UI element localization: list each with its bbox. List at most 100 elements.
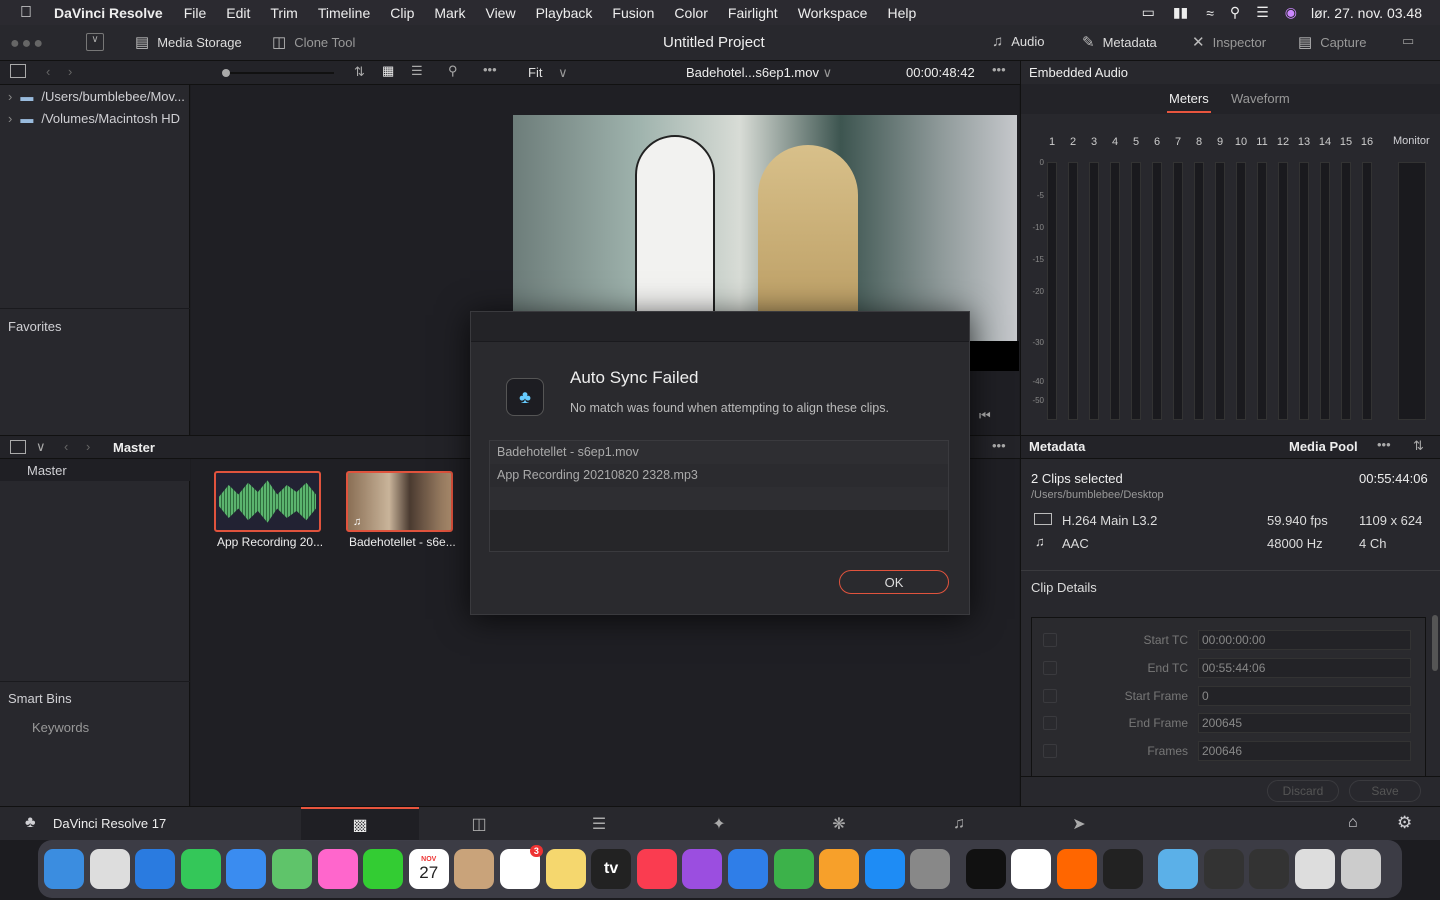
clip-name-dropdown[interactable]: Badehotel...s6ep1.mov ∨ [686,65,832,81]
smart-bin-keywords[interactable]: Keywords [32,720,89,735]
chevron-down-icon[interactable]: ∨ [36,439,46,455]
sort-icon[interactable]: ⇅ [354,64,365,80]
thumbnail-size-slider[interactable] [222,69,334,77]
page-tab-media[interactable]: ▩ [301,807,419,841]
clip-list-item[interactable]: Badehotellet - s6ep1.mov [490,441,948,464]
screen-mirror-icon[interactable]: ▭ [1142,4,1155,21]
dock-photos-icon[interactable] [317,849,358,889]
tab-waveform[interactable]: Waveform [1231,91,1290,106]
zoom-dropdown[interactable]: Fit ∨ [528,65,568,81]
menu-workspace[interactable]: Workspace [798,5,868,21]
dock-tv-icon[interactable]: tv [591,849,632,889]
menu-trim[interactable]: Trim [270,5,297,21]
metadata-button[interactable]: ✎ Metadata [1082,33,1157,51]
dock-finder-icon[interactable] [44,849,84,889]
wifi-icon[interactable]: ≈ [1206,5,1214,21]
app-menu[interactable]: DaVinci Resolve [54,5,163,21]
dock-davinci-resolve-icon[interactable] [1102,849,1143,889]
siri-icon[interactable]: ◉ [1285,4,1297,21]
dock-calendar-icon[interactable]: NOV 27 [408,849,449,889]
forward-icon[interactable]: › [86,439,90,454]
dock-trash-icon[interactable] [1340,849,1381,889]
dialog-titlebar[interactable] [471,312,969,342]
dock-firefox-icon[interactable] [1057,849,1098,889]
dock-screen3-icon[interactable] [1295,849,1336,889]
dock-screen2-icon[interactable] [1249,849,1290,889]
inspector-button[interactable]: ✕ Inspector [1192,33,1266,51]
apple-icon[interactable]:  [20,4,32,22]
dock-keynote-icon[interactable] [727,849,768,889]
sort-icon[interactable]: ⇅ [1413,438,1424,454]
sidebar-toggle-icon[interactable] [10,440,26,454]
dock-launchpad-icon[interactable] [89,849,130,889]
dock-mail-icon[interactable] [226,849,267,889]
dock-messages-icon[interactable] [180,849,221,889]
dock-safari-icon[interactable] [135,849,176,889]
more-options-icon[interactable]: ••• [483,62,497,77]
more-options-icon[interactable]: ••• [1377,437,1391,452]
menu-timeline[interactable]: Timeline [318,5,370,21]
field-input[interactable]: 0 [1198,685,1411,706]
storage-browser[interactable] [191,85,511,435]
fullscreen-icon[interactable]: ▭ [1402,33,1414,49]
gear-icon[interactable]: ⚙ [1397,813,1412,833]
sidebar-toggle-icon[interactable] [10,64,26,78]
field-input[interactable]: 200646 [1198,741,1411,762]
ok-button[interactable]: OK [839,570,949,594]
menu-help[interactable]: Help [887,5,916,21]
audio-button[interactable]: ♫ Audio [992,33,1045,50]
video-frame[interactable] [513,115,1017,341]
discard-button[interactable]: Discard [1267,780,1339,802]
dock-folder-icon[interactable] [1158,849,1199,889]
dock-spotify-icon[interactable] [965,849,1006,889]
menu-fusion[interactable]: Fusion [612,5,654,21]
dock-app-store-icon[interactable] [864,849,905,889]
dock-contacts-icon[interactable] [454,849,495,889]
page-tab-color[interactable]: ❋ [780,807,898,841]
tab-meters[interactable]: Meters [1167,91,1211,113]
viewer-options-icon[interactable]: ••• [992,62,1006,77]
dock-music-icon[interactable] [636,849,677,889]
dock-maps-icon[interactable] [271,849,312,889]
page-tab-edit[interactable]: ☰ [540,807,658,841]
bin-item-master[interactable]: Master [0,459,190,481]
menu-clip[interactable]: Clip [390,5,414,21]
dock-notes-icon[interactable] [545,849,586,889]
page-tab-deliver[interactable]: ➤ [1020,807,1138,841]
scrollbar[interactable] [1432,615,1438,671]
list-view-icon[interactable]: ☰ [411,63,423,79]
more-options-icon[interactable]: ••• [992,438,1006,453]
dock-pages-icon[interactable] [819,849,860,889]
back-icon[interactable]: ‹ [46,64,50,79]
clip-thumbnail[interactable] [214,471,321,532]
search-icon[interactable]: ⚲ [448,63,458,79]
previous-frame-icon[interactable]: ⏮ [979,408,991,424]
clip-thumbnail[interactable]: ♫ [346,471,453,532]
back-icon[interactable]: ‹ [64,439,68,454]
menu-playback[interactable]: Playback [536,5,593,21]
forward-icon[interactable]: › [68,64,72,79]
clone-tool-button[interactable]: ◫ Clone Tool [272,33,355,51]
control-center-icon[interactable]: ☰ [1256,4,1269,21]
dock-podcasts-icon[interactable] [682,849,723,889]
menu-edit[interactable]: Edit [226,5,250,21]
field-input[interactable]: 200645 [1198,713,1411,734]
dock-screen1-icon[interactable] [1203,849,1244,889]
page-tab-fairlight[interactable]: ♫ [900,807,1018,841]
dock-numbers-icon[interactable] [773,849,814,889]
home-icon[interactable]: ⌂ [1348,814,1358,832]
battery-icon[interactable]: ▮▮ [1173,4,1188,21]
spotlight-icon[interactable]: ⚲ [1230,4,1240,21]
save-button[interactable]: Save [1349,780,1421,802]
menu-view[interactable]: View [485,5,515,21]
storage-location[interactable]: › ▬/Users/bumblebee/Mov... [8,89,185,104]
clock[interactable]: lør. 27. nov. 03.48 [1311,5,1422,21]
media-storage-button[interactable]: ▤ Media Storage [135,33,242,51]
page-tab-fusion[interactable]: ✦ [660,807,778,841]
grid-view-icon[interactable]: ▦ [382,63,394,79]
dock-reminders-icon[interactable]: 3 [499,845,543,889]
menu-color[interactable]: Color [674,5,707,21]
field-input[interactable]: 00:55:44:06 [1198,657,1411,678]
window-controls[interactable]: ●●● [10,35,45,53]
collapse-icon[interactable]: ∨ [86,33,104,51]
